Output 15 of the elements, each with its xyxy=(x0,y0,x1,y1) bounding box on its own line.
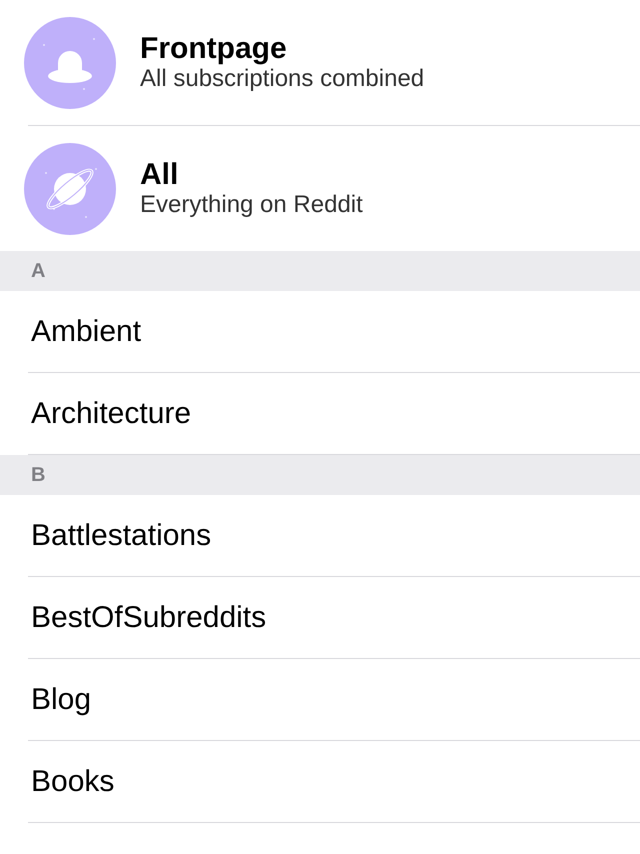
subreddit-row[interactable]: Battlestations xyxy=(28,495,640,577)
feed-title: All xyxy=(140,158,180,191)
subreddit-row[interactable]: BestOfSubreddits xyxy=(28,577,640,659)
hat-icon xyxy=(24,16,116,108)
section-header: A xyxy=(0,251,640,291)
feed-row[interactable]: All Everything on Reddit xyxy=(0,126,640,251)
planet-icon xyxy=(24,142,116,234)
section-header: B xyxy=(0,455,640,495)
feed-subtitle: Everything on Reddit xyxy=(140,190,363,220)
subreddit-row[interactable]: Books xyxy=(28,741,640,823)
feed-row[interactable]: Frontpage All subscriptions combined xyxy=(0,0,640,125)
subreddit-row[interactable]: Ambient xyxy=(28,291,640,373)
feed-subtitle: All subscriptions combined xyxy=(140,64,424,94)
feed-title: Frontpage xyxy=(140,32,288,65)
subreddit-row[interactable]: Blog xyxy=(28,659,640,741)
